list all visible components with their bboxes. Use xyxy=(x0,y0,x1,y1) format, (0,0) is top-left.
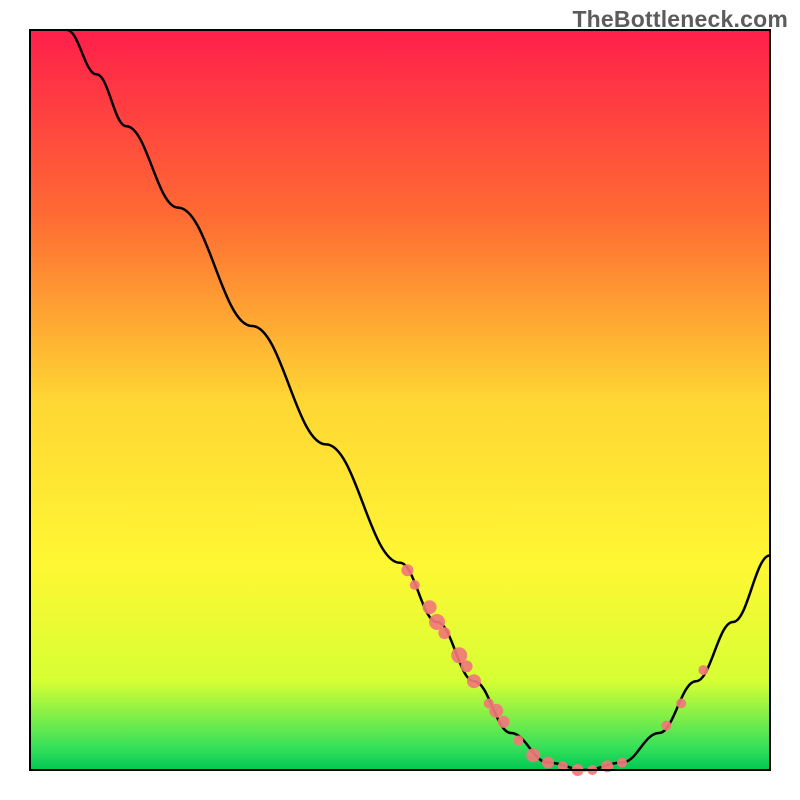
data-marker xyxy=(698,665,708,675)
data-marker xyxy=(526,748,540,762)
data-marker xyxy=(542,757,554,769)
chart-svg xyxy=(0,0,800,800)
data-marker xyxy=(401,564,413,576)
data-marker xyxy=(513,735,523,745)
data-marker xyxy=(498,716,510,728)
data-marker xyxy=(661,721,671,731)
data-marker xyxy=(461,660,473,672)
data-marker xyxy=(489,704,503,718)
data-marker xyxy=(410,580,420,590)
data-marker xyxy=(676,698,686,708)
data-marker xyxy=(617,758,627,768)
data-marker xyxy=(438,627,450,639)
data-marker xyxy=(467,674,481,688)
data-marker xyxy=(423,600,437,614)
watermark-text: TheBottleneck.com xyxy=(572,6,788,33)
chart-container: TheBottleneck.com xyxy=(0,0,800,800)
